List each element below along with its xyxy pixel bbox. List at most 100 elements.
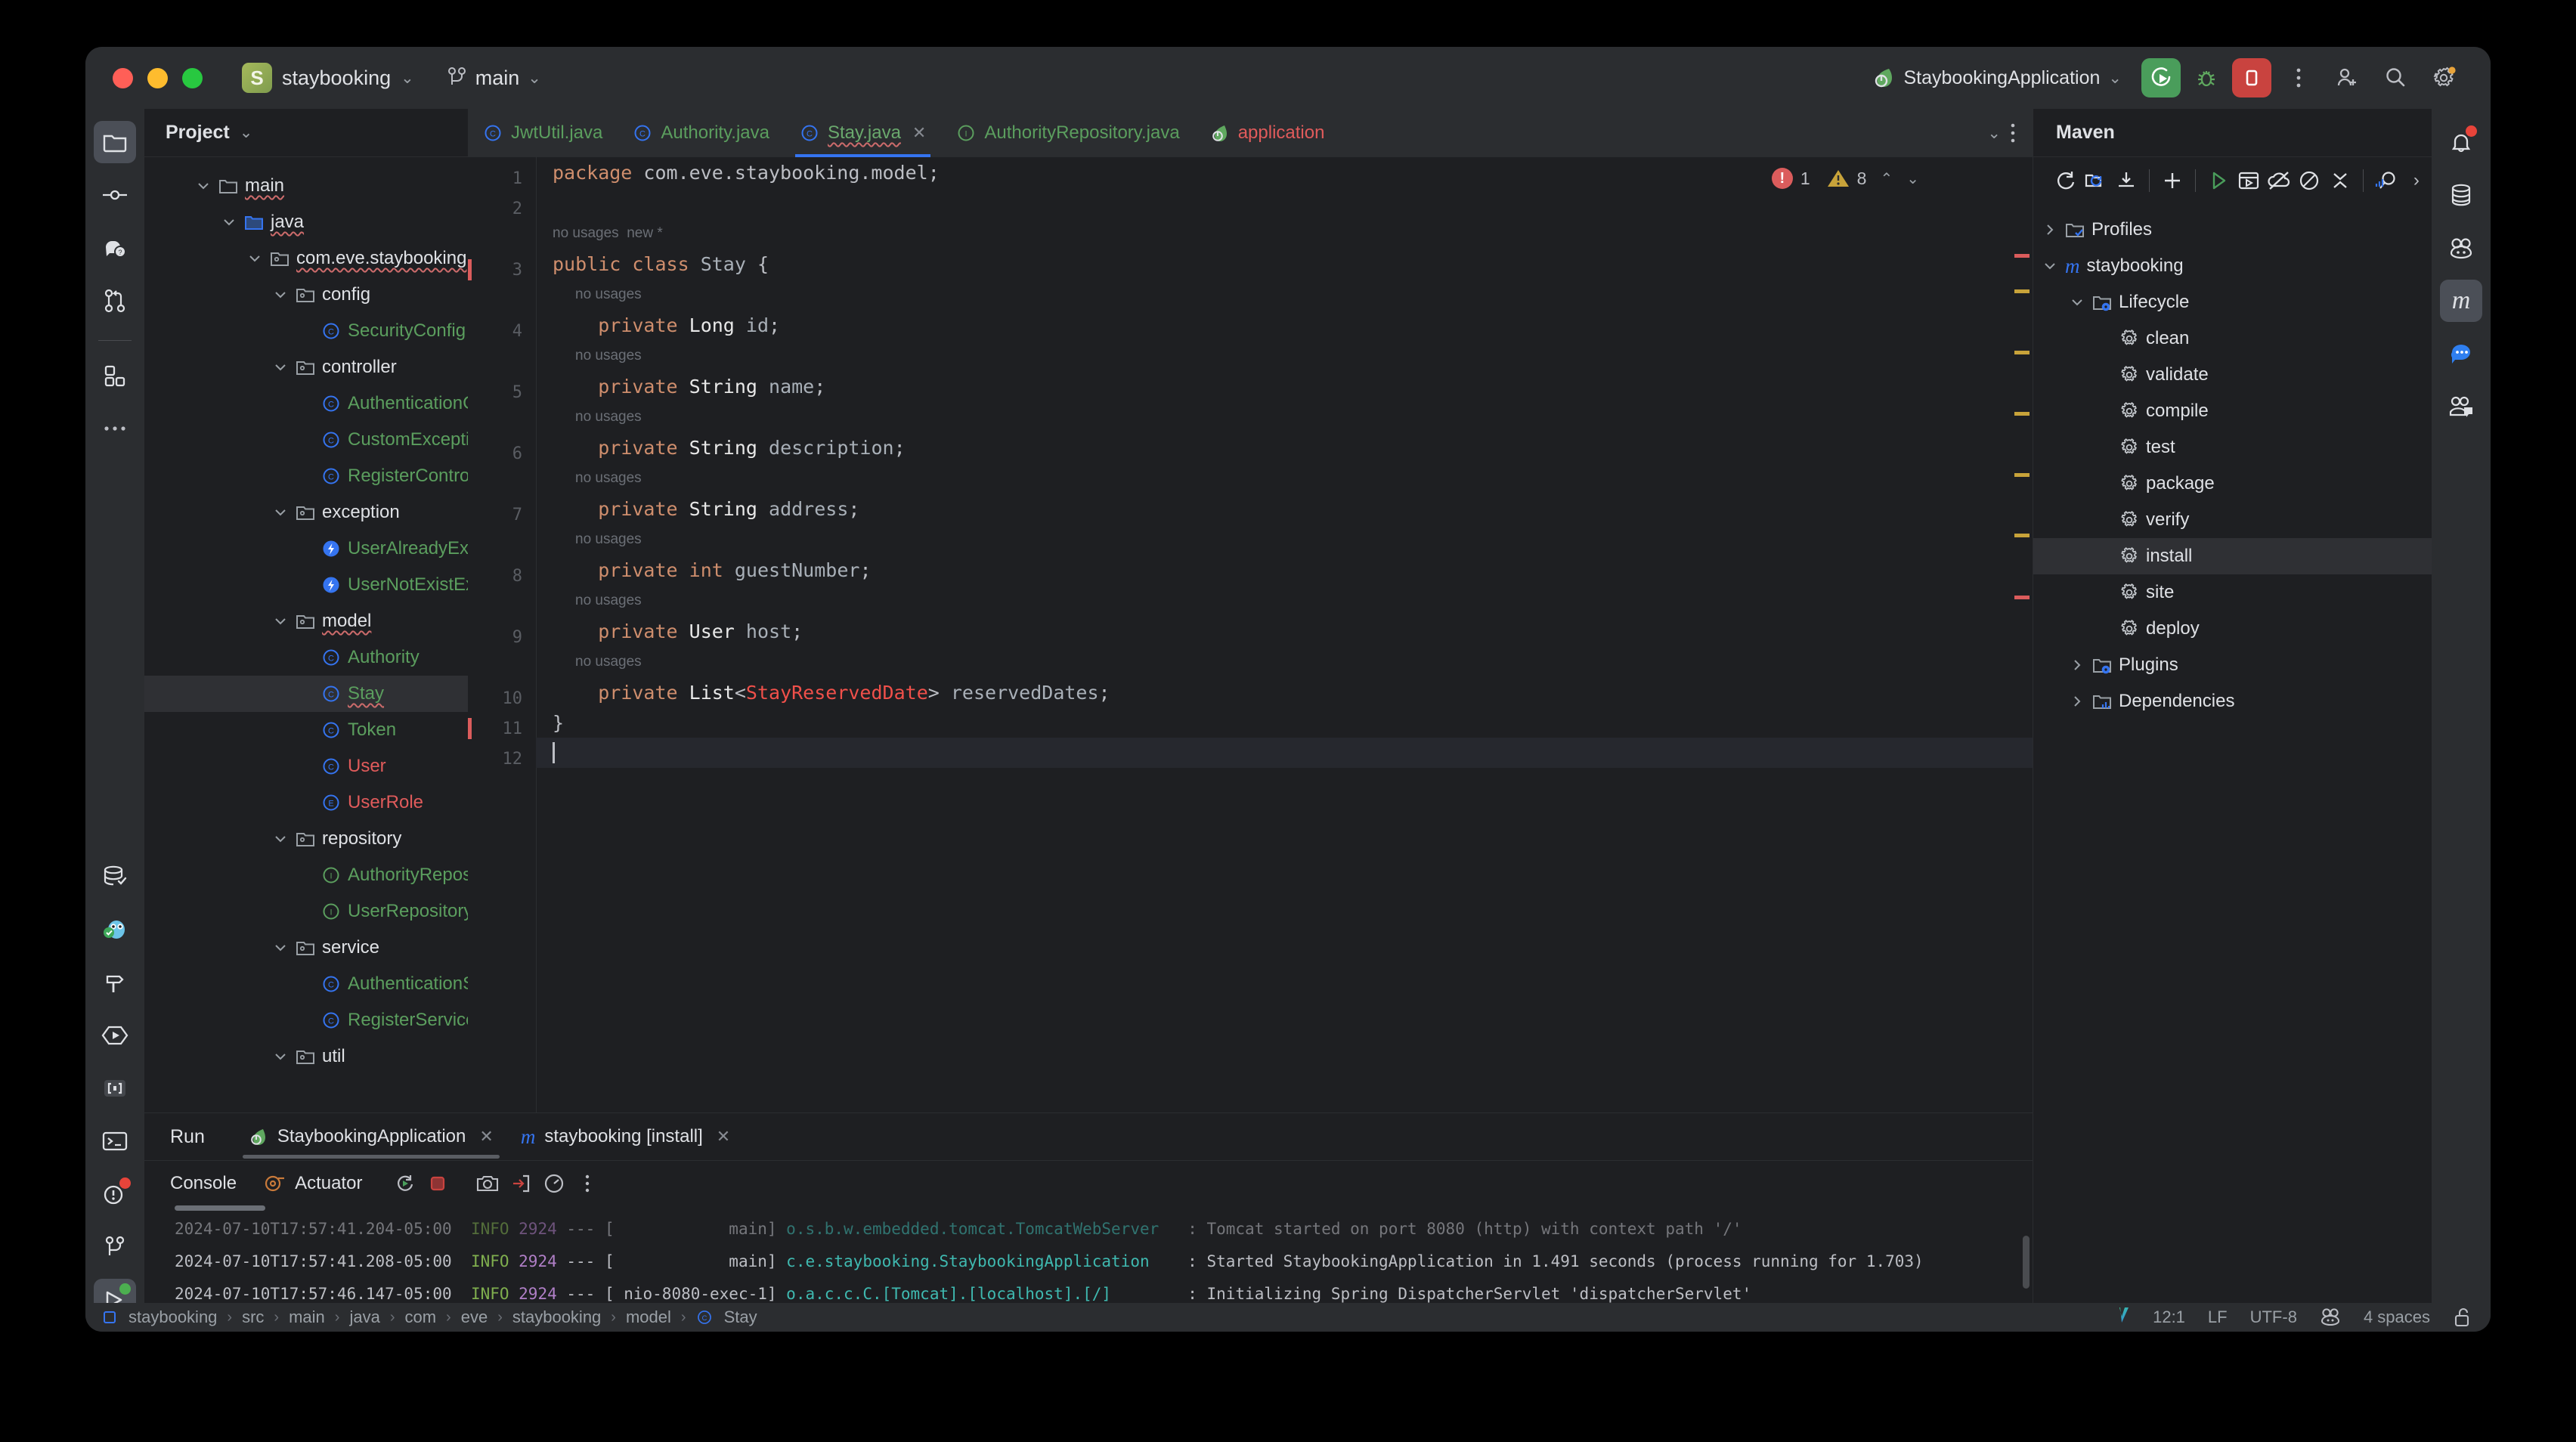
chevron-down-icon[interactable] [273, 360, 288, 375]
toggle-offline-mode-button[interactable] [2264, 162, 2294, 199]
more-actions-button[interactable] [2279, 58, 2318, 97]
breadcrumb-item[interactable]: com [404, 1307, 436, 1327]
inlay-hint[interactable]: no usages [536, 279, 2033, 310]
tree-item-user[interactable]: C User [144, 748, 468, 784]
tree-toggle[interactable] [273, 505, 289, 520]
sidebar-item-endpoints[interactable] [94, 908, 136, 951]
breadcrumb-item[interactable]: model [626, 1307, 671, 1327]
chevron-right-icon[interactable] [2042, 222, 2057, 237]
line-number[interactable]: 9 [512, 628, 522, 647]
code-line[interactable]: private List < StayReservedDate > reservedD… [536, 677, 2033, 707]
inlay-hint[interactable]: no usages new * [536, 218, 2033, 249]
sidebar-item-bot[interactable] [2440, 227, 2482, 269]
reload-all-projects-button[interactable] [2050, 162, 2080, 199]
sidebar-item-terminal[interactable] [94, 1120, 136, 1162]
indent-setting[interactable]: 4 spaces [2364, 1307, 2430, 1327]
sidebar-item-maven[interactable]: m [2440, 280, 2482, 322]
tree-item-java[interactable]: java [144, 204, 468, 240]
breadcrumb-item[interactable]: staybooking [128, 1307, 217, 1327]
chevron-down-icon[interactable]: ⌄ [1987, 124, 2001, 143]
line-number[interactable]: 5 [512, 383, 522, 402]
tree-item-authenticationservice[interactable]: C AuthenticationService [144, 966, 468, 1002]
bot-status-icon[interactable] [2320, 1307, 2341, 1327]
maven-item-deploy[interactable]: deploy [2033, 611, 2432, 647]
editor-tab-application[interactable]: application [1195, 109, 1340, 157]
sidebar-item-notifications[interactable] [2440, 121, 2482, 163]
tree-toggle[interactable] [273, 614, 289, 629]
sidebar-item-structure[interactable] [94, 354, 136, 397]
sidebar-item-services[interactable] [94, 1014, 136, 1057]
stop-button[interactable] [2232, 58, 2271, 97]
tree-item-repository[interactable]: repository [144, 821, 468, 857]
tree-toggle[interactable] [273, 1049, 289, 1064]
export-button[interactable] [504, 1167, 537, 1200]
breadcrumb[interactable]: staybooking › src › main › java › com › eve › staybo… [104, 1307, 757, 1327]
error-marker[interactable] [2014, 596, 2030, 599]
tree-toggle[interactable] [221, 215, 238, 230]
code-line[interactable] [536, 187, 2033, 218]
maven-item-clean[interactable]: clean [2033, 320, 2432, 357]
profile-button[interactable] [537, 1167, 571, 1200]
close-window-button[interactable] [113, 67, 133, 88]
sidebar-item-pull-requests[interactable] [94, 280, 136, 322]
tree-toggle[interactable] [2042, 258, 2059, 274]
run-button[interactable] [2141, 58, 2181, 97]
chevron-down-icon[interactable] [273, 614, 288, 629]
add-maven-project-button[interactable] [2157, 162, 2187, 199]
chevron-down-icon[interactable] [273, 1049, 288, 1064]
code-line[interactable] [536, 738, 2033, 768]
tree-item-service[interactable]: service [144, 930, 468, 966]
warning-marker[interactable] [2014, 534, 2030, 537]
run-maven-build-button[interactable] [2203, 162, 2234, 199]
tree-item-registerservice[interactable]: C RegisterService [144, 1002, 468, 1038]
tree-item-registercontroller[interactable]: C RegisterController [144, 458, 468, 494]
code-with-me-button[interactable] [2327, 58, 2367, 97]
maven-item-site[interactable]: site [2033, 574, 2432, 611]
sidebar-item-build[interactable] [94, 961, 136, 1004]
stop-console-button[interactable] [421, 1167, 454, 1200]
maven-item-test[interactable]: test [2033, 429, 2432, 466]
code-line[interactable]: public class Stay { [536, 249, 2033, 279]
tree-item-controller[interactable]: controller [144, 349, 468, 385]
inlay-hint[interactable]: no usages [536, 524, 2033, 555]
warning-marker[interactable] [2014, 412, 2030, 416]
code-line[interactable]: private int guestNumber; [536, 555, 2033, 585]
warning-marker[interactable] [2014, 473, 2030, 477]
caret-position[interactable]: 12:1 [2153, 1307, 2185, 1327]
search-everywhere-button[interactable] [2376, 58, 2415, 97]
tree-item-exception[interactable]: exception [144, 494, 468, 531]
maven-item-plugins[interactable]: Plugins [2033, 647, 2432, 683]
tree-item-securityconfig[interactable]: C SecurityConfig [144, 313, 468, 349]
error-marker[interactable] [2014, 254, 2030, 258]
code-line[interactable]: private Long id; [536, 310, 2033, 340]
sidebar-item-database[interactable] [94, 856, 136, 898]
line-number[interactable]: 4 [512, 322, 522, 341]
tree-toggle[interactable] [2070, 658, 2086, 673]
editor-tab-bar[interactable]: C JwtUtil.java C Authority.java C Stay.java ✕ I… [468, 109, 2033, 157]
line-number[interactable]: 2 [512, 200, 522, 218]
warning-marker[interactable] [2014, 289, 2030, 293]
chevron-down-icon[interactable] [273, 505, 288, 520]
line-number[interactable]: 10 [503, 689, 523, 708]
console-output[interactable]: 2024-07-10T17:57:41.204-05:00 INFO 2924 … [144, 1205, 2033, 1303]
chevron-down-icon[interactable]: ⌄ [240, 123, 253, 142]
chevron-down-icon[interactable] [2070, 295, 2085, 310]
tree-item-userrepository[interactable]: I UserRepository [144, 893, 468, 930]
maven-item-dependencies[interactable]: Dependencies [2033, 683, 2432, 719]
maven-item-staybooking[interactable]: m staybooking [2033, 248, 2432, 284]
line-number[interactable]: 1 [512, 169, 522, 188]
breadcrumb-item[interactable]: src [242, 1307, 264, 1327]
code-line[interactable]: private String name; [536, 371, 2033, 401]
tree-toggle[interactable] [2070, 295, 2086, 310]
project-selector[interactable]: S staybooking ⌄ [242, 63, 414, 93]
maven-item-lifecycle[interactable]: Lifecycle [2033, 284, 2432, 320]
close-run-tab-button[interactable]: ✕ [717, 1127, 730, 1146]
maximize-window-button[interactable] [182, 67, 203, 88]
tree-item-model[interactable]: model [144, 603, 468, 639]
code-line[interactable]: private User host; [536, 616, 2033, 646]
minimize-window-button[interactable] [147, 67, 168, 88]
tree-item-userrole[interactable]: E UserRole [144, 784, 468, 821]
execute-goal-button[interactable] [2234, 162, 2264, 199]
run-configuration-selector[interactable]: StaybookingApplication ⌄ [1872, 66, 2122, 90]
maven-item-verify[interactable]: verify [2033, 502, 2432, 538]
